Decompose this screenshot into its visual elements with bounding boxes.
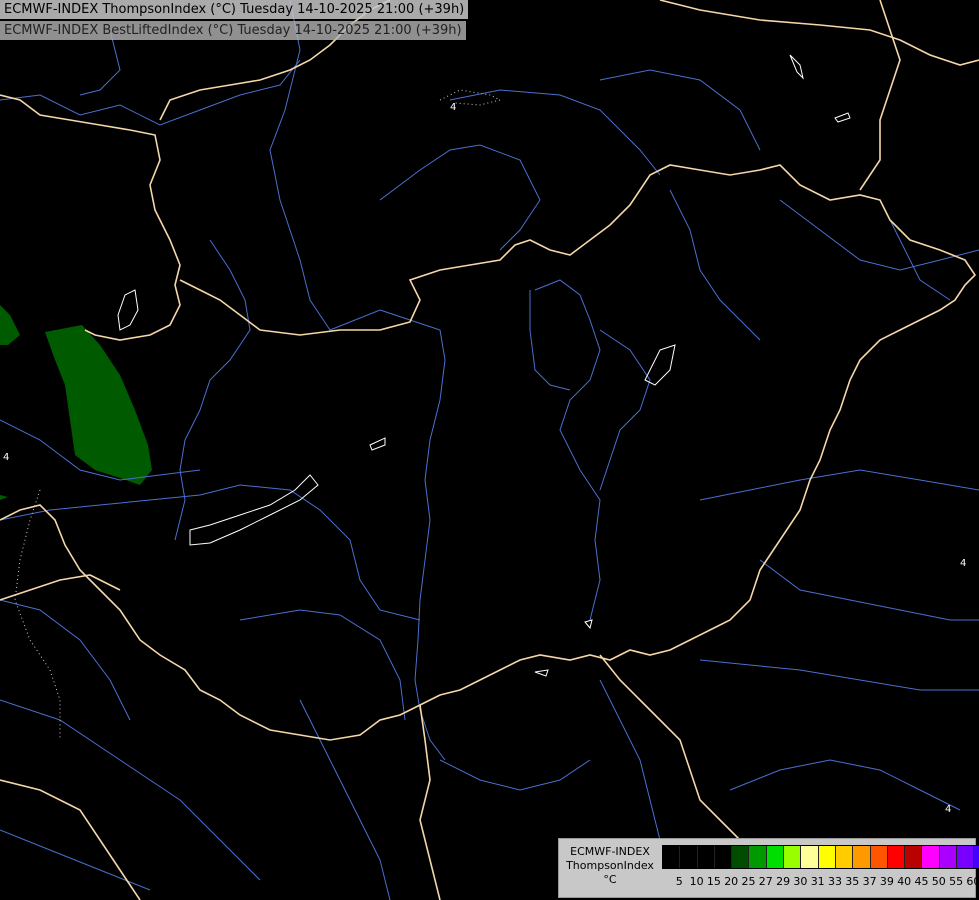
legend-tick-label: 27: [758, 875, 773, 888]
legend-swatch: [801, 846, 819, 868]
legend-swatch: [697, 846, 715, 868]
legend-label: ECMWF-INDEX ThompsonIndex °C: [561, 845, 659, 887]
legend-swatch: [957, 846, 975, 868]
legend-tick-label: 10: [689, 875, 704, 888]
legend-tick-label: 25: [741, 875, 756, 888]
legend-swatch: [714, 846, 733, 868]
map-title-best-lifted-index: ECMWF-INDEX BestLiftedIndex (°C) Tuesday…: [0, 21, 466, 40]
contour-label: 4: [945, 804, 951, 815]
contour-label: 4: [3, 452, 9, 463]
legend-title-parameter: ThompsonIndex: [566, 859, 654, 872]
legend-tick-label: 37: [862, 875, 877, 888]
legend-tick-label: 45: [914, 875, 929, 888]
legend-swatch: [663, 846, 681, 868]
legend-swatch: [732, 846, 750, 868]
legend-tick-label: 30: [793, 875, 808, 888]
legend-tick-label: 15: [706, 875, 721, 888]
legend-swatch: [853, 846, 871, 868]
legend-tick-label: 33: [828, 875, 842, 888]
legend-unit: °C: [603, 873, 617, 886]
legend-swatch: [680, 846, 698, 868]
legend-swatch: [784, 846, 802, 868]
legend-tick-label: 29: [776, 875, 791, 888]
legend-swatch: [974, 846, 979, 868]
legend-ticks: 5 10 15 20 25 27 29 30 31 33 35 37 39 40 45 50 55 60: [662, 875, 979, 891]
legend-tick-label: 55: [949, 875, 964, 888]
contour-label: 4: [960, 558, 966, 569]
legend-swatch: [749, 846, 767, 868]
legend-tick-label: 5: [675, 875, 683, 888]
legend-swatch: [870, 846, 888, 868]
weather-map: 4 4 4 4: [0, 0, 979, 900]
legend-swatch: [905, 846, 923, 868]
legend-swatch: [818, 846, 836, 868]
legend-tick-label: 31: [810, 875, 825, 888]
legend-tick-label: 40: [897, 875, 912, 888]
legend-tick-label: 35: [845, 875, 860, 888]
legend-swatch: [835, 846, 854, 868]
legend-title-model: ECMWF-INDEX: [570, 845, 650, 858]
legend-tick-label: 20: [724, 875, 739, 888]
legend-tick-label: 60: [966, 875, 979, 888]
legend-swatch: [766, 846, 785, 868]
legend-tick-label: 39: [879, 875, 894, 888]
map-title-thompson-index: ECMWF-INDEX ThompsonIndex (°C) Tuesday 1…: [0, 0, 469, 19]
legend-swatch: [939, 846, 958, 868]
legend-tick-label: 50: [931, 875, 946, 888]
legend-swatch: [887, 846, 906, 868]
legend-swatch: [922, 846, 940, 868]
legend-swatches: [662, 845, 979, 869]
color-legend: ECMWF-INDEX ThompsonIndex °C 5 10 15 20 25 27…: [558, 838, 979, 898]
contour-label: 4: [450, 102, 456, 113]
